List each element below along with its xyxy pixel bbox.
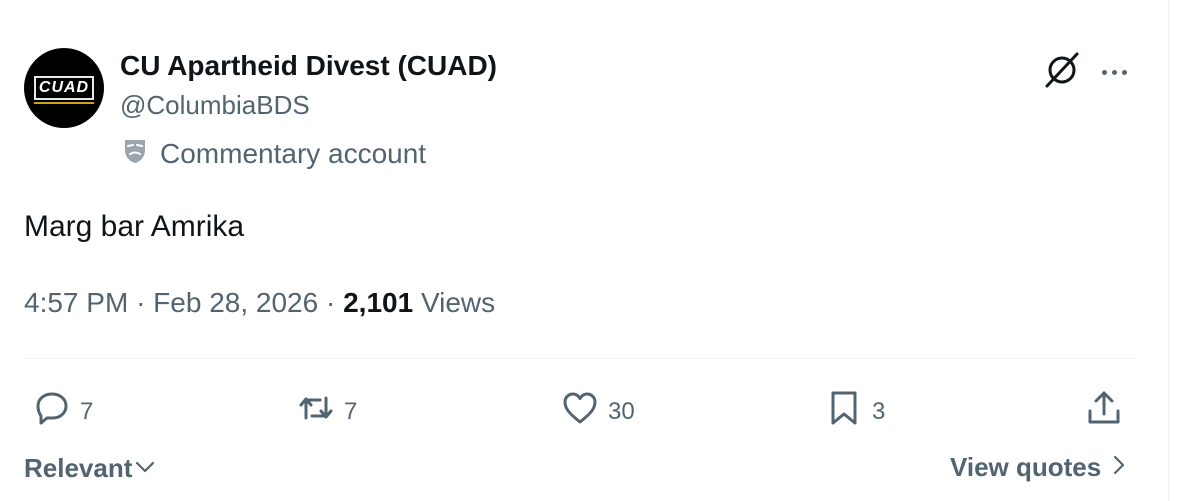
avatar-logo-text: CUAD: [38, 79, 90, 96]
like-count: 30: [608, 397, 635, 425]
divider: [24, 358, 1136, 359]
reply-button[interactable]: 7: [32, 388, 93, 435]
tweet-time[interactable]: 4:57 PM: [24, 287, 128, 318]
share-button[interactable]: [1084, 388, 1124, 435]
repost-icon: [296, 388, 336, 435]
tweet-date[interactable]: Feb 28, 2026: [153, 287, 318, 318]
views-count: 2,101: [343, 287, 414, 318]
repost-button[interactable]: 7: [296, 388, 357, 435]
bookmark-button[interactable]: 3: [824, 388, 885, 435]
action-bar: 7 7 30 3: [0, 388, 1200, 432]
grok-icon[interactable]: [1042, 50, 1082, 95]
author-display-name[interactable]: CU Apartheid Divest (CUAD): [120, 50, 497, 82]
avatar[interactable]: CUAD: [24, 48, 104, 128]
account-label-text: Commentary account: [160, 137, 427, 169]
sort-label: Relevant: [24, 453, 133, 483]
meta-separator: ·: [136, 287, 146, 318]
heart-icon: [560, 388, 600, 435]
view-quotes-label: View quotes: [950, 452, 1102, 482]
tweet-text: Marg bar Amrika: [24, 210, 245, 243]
bookmark-count: 3: [872, 397, 886, 425]
sort-replies-dropdown[interactable]: Relevant: [24, 452, 156, 485]
reply-count: 7: [80, 397, 94, 425]
repost-count: 7: [344, 397, 358, 425]
chevron-down-icon: [134, 452, 156, 485]
like-button[interactable]: 30: [560, 388, 635, 435]
chevron-right-icon: [1109, 452, 1129, 483]
theater-masks-icon: [122, 137, 148, 170]
view-quotes-link[interactable]: View quotes: [950, 452, 1129, 483]
avatar-logo: CUAD: [34, 76, 94, 104]
share-icon: [1084, 388, 1124, 435]
author-handle[interactable]: @ColumbiaBDS: [120, 90, 310, 121]
meta-separator: ·: [325, 287, 336, 318]
views-label: Views: [420, 287, 496, 318]
account-label[interactable]: Commentary account: [122, 137, 426, 170]
bookmark-icon: [824, 388, 864, 435]
header-actions: [1042, 50, 1127, 95]
reply-icon: [32, 388, 72, 435]
more-icon[interactable]: [1102, 53, 1127, 93]
tweet-meta: 4:57 PM · Feb 28, 2026 · 2,101 Views: [24, 287, 495, 319]
